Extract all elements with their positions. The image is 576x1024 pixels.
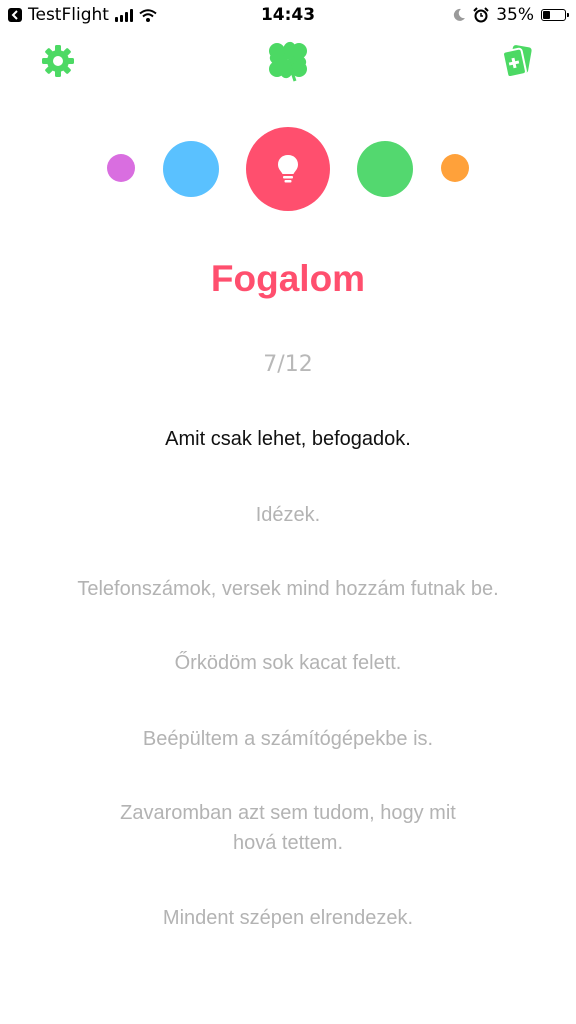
riddle-line-6: Zavaromban azt sem tudom, hogy mit hová … [120,802,456,854]
moon-icon [454,8,466,21]
category-title: Fogalom [210,258,366,299]
battery-percent: 35% [496,5,534,25]
category-dot-orange[interactable] [441,154,469,182]
home-button[interactable] [265,39,311,83]
category-dot-green[interactable] [357,141,413,197]
status-bar: TestFlight 14:43 35% [0,0,576,30]
lightbulb-icon [278,155,298,183]
add-cards-button[interactable] [500,44,536,79]
alarm-icon [473,7,489,23]
progress-counter: 7/12 [263,352,313,377]
settings-button[interactable] [40,43,76,79]
riddle-line-2: Idézek. [255,504,321,526]
clover-icon [269,41,307,82]
category-dot-purple[interactable] [107,154,135,182]
riddle-line-3: Telefonszámok, versek mind hozzám futnak… [77,578,499,600]
cards-add-icon [502,45,532,79]
category-dot-blue[interactable] [163,141,219,197]
riddle-line-4: Őrködöm sok kacat felett. [174,652,402,674]
category-dot-selected[interactable] [246,127,330,211]
gear-icon [42,45,74,77]
battery-level [543,11,550,19]
riddle-line-5: Beépültem a számítógépekbe is. [142,728,434,750]
battery-icon [541,9,569,21]
status-right: 35% [452,5,569,25]
riddle-line-1: Amit csak lehet, befogadok. [165,428,411,450]
riddle-line-7: Mindent szépen elrendezek. [162,907,414,929]
